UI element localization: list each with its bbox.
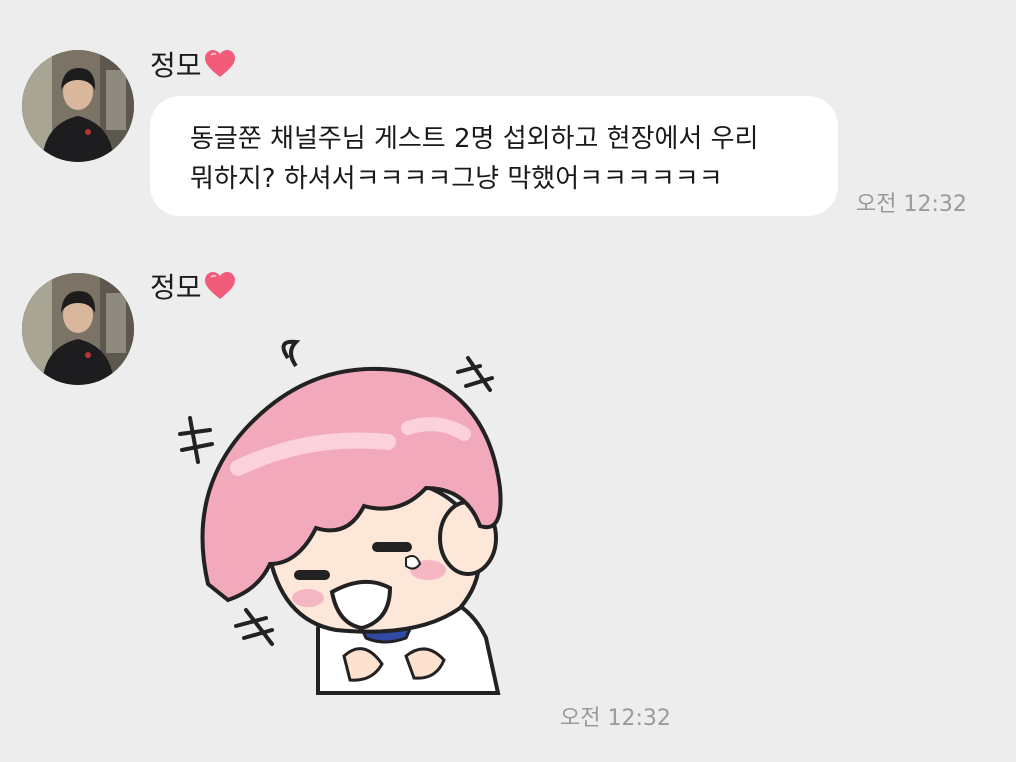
message-timestamp: 오전 12:32 [560,706,671,731]
heart-icon [204,50,235,77]
sender-name: 정모 [150,266,236,306]
message-text-line-2: 뭐하지? 하셔서ㅋㅋㅋㅋ그냥 막했어ㅋㅋㅋㅋㅋㅋ [190,164,723,194]
profile-photo [22,273,134,385]
message-text-line-1: 동글쭌 채널주님 게스트 2명 섭외하고 현장에서 우리 [190,124,759,154]
message-bubble[interactable]: 동글쭌 채널주님 게스트 2명 섭외하고 현장에서 우리 뭐하지? 하셔서ㅋㅋㅋ… [150,96,838,216]
avatar[interactable] [22,273,134,385]
sender-name: 정모 [150,44,236,84]
pink-hair-boy-laughing-sticker[interactable] [168,338,508,698]
sender-name-text: 정모 [150,49,202,82]
avatar[interactable] [22,50,134,162]
profile-photo [22,50,134,162]
sticker-illustration [178,339,503,695]
message-timestamp: 오전 12:32 [856,192,967,217]
sender-name-text: 정모 [150,271,202,304]
heart-icon [204,272,235,299]
